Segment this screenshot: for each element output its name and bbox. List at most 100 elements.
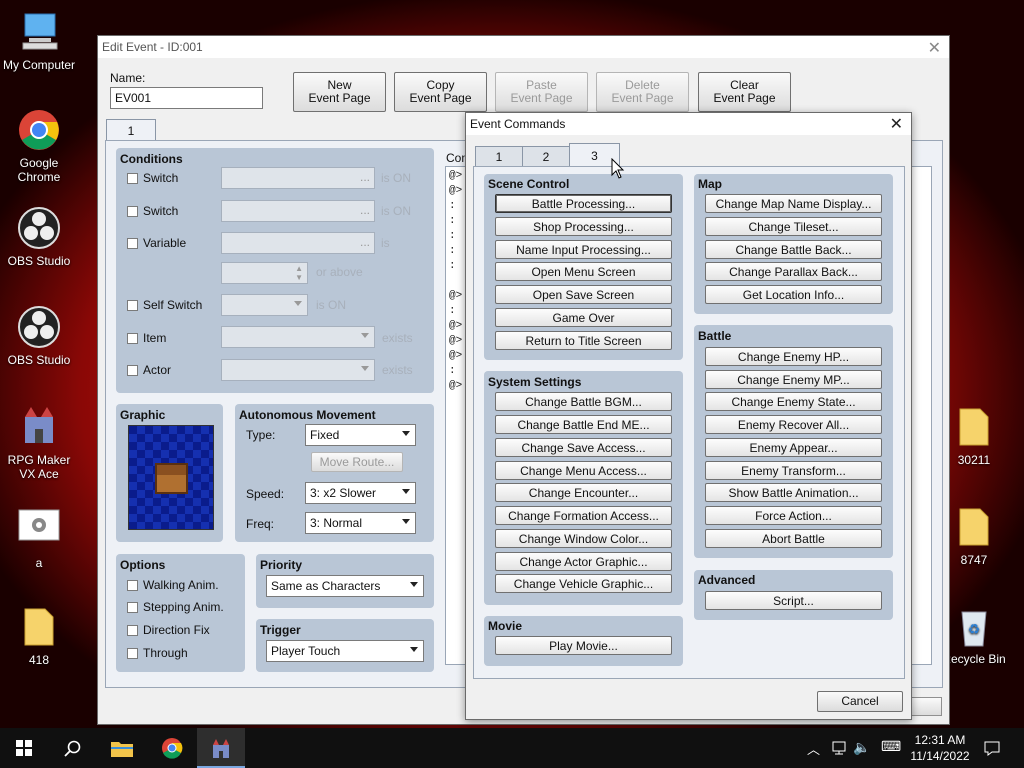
change-battle-back-button[interactable]: Change Battle Back...: [705, 240, 882, 259]
desktop-icon-obs-2[interactable]: OBS Studio: [1, 305, 77, 367]
desktop-icon-my-computer[interactable]: My Computer: [1, 10, 77, 72]
open-menu-screen-button[interactable]: Open Menu Screen: [495, 262, 672, 281]
contents-line: :: [449, 260, 456, 272]
change-battle-end-me-button[interactable]: Change Battle End ME...: [495, 415, 672, 434]
graphic-preview[interactable]: [128, 425, 214, 530]
shop-processing-button[interactable]: Shop Processing...: [495, 217, 672, 236]
actor-exists-label: exists: [382, 363, 413, 377]
battle-title: Battle: [698, 329, 732, 343]
search-icon: [64, 740, 81, 757]
switch1-checkbox[interactable]: Switch: [127, 171, 178, 185]
stepping-anim-checkbox[interactable]: Stepping Anim.: [127, 600, 224, 614]
edit-event-titlebar: Edit Event - ID:001: [98, 36, 949, 58]
chevron-up-icon[interactable]: ︿: [807, 739, 820, 758]
contents-line: @>: [449, 185, 463, 197]
event-name-input[interactable]: EV001: [110, 87, 263, 109]
script-button[interactable]: Script...: [705, 591, 882, 610]
return-to-title-screen-button[interactable]: Return to Title Screen: [495, 331, 672, 350]
change-tileset-button[interactable]: Change Tileset...: [705, 217, 882, 236]
change-vehicle-graphic-button[interactable]: Change Vehicle Graphic...: [495, 574, 672, 593]
change-actor-graphic-button[interactable]: Change Actor Graphic...: [495, 552, 672, 571]
item-dropdown[interactable]: [221, 326, 375, 348]
name-input-processing-button[interactable]: Name Input Processing...: [495, 240, 672, 259]
volume-icon[interactable]: 🔈: [853, 739, 870, 756]
force-action-button[interactable]: Force Action...: [705, 506, 882, 525]
tab-event-page-1[interactable]: 1: [106, 119, 156, 141]
windows-icon: [16, 740, 32, 756]
notifications-icon[interactable]: [984, 740, 1000, 756]
variable-value-spinner[interactable]: ▲ ▼: [221, 262, 308, 284]
desktop-icon-rpg-maker[interactable]: RPG Maker VX Ace: [1, 405, 77, 481]
network-icon[interactable]: [831, 740, 847, 756]
enemy-recover-all-button[interactable]: Enemy Recover All...: [705, 415, 882, 434]
show-battle-animation-button[interactable]: Show Battle Animation...: [705, 483, 882, 502]
self-switch-checkbox[interactable]: Self Switch: [127, 298, 202, 312]
change-encounter-button[interactable]: Change Encounter...: [495, 483, 672, 502]
actor-dropdown[interactable]: [221, 359, 375, 381]
self-switch-dropdown[interactable]: [221, 294, 308, 316]
desktop-icon-label: a: [35, 556, 43, 570]
switch2-checkbox[interactable]: Switch: [127, 204, 178, 218]
movement-type-dropdown[interactable]: Fixed: [305, 424, 416, 446]
enemy-appear-button[interactable]: Enemy Appear...: [705, 438, 882, 457]
close-icon[interactable]: ✕: [890, 114, 903, 134]
cancel-button[interactable]: Cancel: [817, 691, 903, 712]
change-enemy-mp-button[interactable]: Change Enemy MP...: [705, 370, 882, 389]
desktop-icon-obs-1[interactable]: OBS Studio: [1, 206, 77, 268]
through-checkbox[interactable]: Through: [127, 646, 188, 660]
desktop-icon-chrome[interactable]: Google Chrome: [1, 108, 77, 184]
move-route-button[interactable]: Move Route...: [311, 452, 403, 472]
get-location-info-button[interactable]: Get Location Info...: [705, 285, 882, 304]
abort-battle-button[interactable]: Abort Battle: [705, 529, 882, 548]
change-save-access-button[interactable]: Change Save Access...: [495, 438, 672, 457]
change-map-name-display-button[interactable]: Change Map Name Display...: [705, 194, 882, 213]
actor-checkbox[interactable]: Actor: [127, 363, 171, 377]
clock[interactable]: 12:31 AM 11/14/2022: [905, 732, 975, 764]
search-button[interactable]: [48, 728, 96, 768]
paste-event-page-button[interactable]: Paste Event Page: [495, 72, 588, 112]
tab-commands-2[interactable]: 2: [522, 146, 570, 166]
freq-dropdown[interactable]: 3: Normal: [305, 512, 416, 534]
taskbar-chrome[interactable]: [148, 728, 196, 768]
play-movie-button[interactable]: Play Movie...: [495, 636, 672, 655]
change-formation-access-button[interactable]: Change Formation Access...: [495, 506, 672, 525]
desktop-icon-a[interactable]: a: [1, 508, 77, 570]
taskbar-file-explorer[interactable]: [98, 728, 146, 768]
delete-event-page-button[interactable]: Delete Event Page: [596, 72, 689, 112]
contents-line: :: [449, 365, 456, 377]
change-menu-access-button[interactable]: Change Menu Access...: [495, 461, 672, 480]
variable-is-label: is: [381, 236, 390, 250]
open-save-screen-button[interactable]: Open Save Screen: [495, 285, 672, 304]
start-button[interactable]: [0, 728, 48, 768]
event-name-value: EV001: [115, 91, 152, 105]
direction-fix-checkbox[interactable]: Direction Fix: [127, 623, 210, 637]
change-parallax-back-button[interactable]: Change Parallax Back...: [705, 262, 882, 281]
variable-checkbox[interactable]: Variable: [127, 236, 186, 250]
folder-icon: [952, 405, 996, 449]
speed-dropdown[interactable]: 3: x2 Slower: [305, 482, 416, 504]
change-enemy-hp-button[interactable]: Change Enemy HP...: [705, 347, 882, 366]
variable-field[interactable]: ...: [221, 232, 375, 254]
switch2-field[interactable]: ...: [221, 200, 375, 222]
close-icon[interactable]: ✕: [928, 38, 941, 58]
keyboard-icon[interactable]: ⌨: [881, 738, 901, 755]
game-over-button[interactable]: Game Over: [495, 308, 672, 327]
priority-dropdown[interactable]: Same as Characters: [266, 575, 424, 597]
change-enemy-state-button[interactable]: Change Enemy State...: [705, 392, 882, 411]
change-battle-bgm-button[interactable]: Change Battle BGM...: [495, 392, 672, 411]
desktop-icon-418[interactable]: 418: [1, 605, 77, 667]
enemy-transform-button[interactable]: Enemy Transform...: [705, 461, 882, 480]
contents-line: @>: [449, 170, 463, 182]
trigger-dropdown[interactable]: Player Touch: [266, 640, 424, 662]
battle-processing-button[interactable]: Battle Processing...: [495, 194, 672, 213]
change-window-color-button[interactable]: Change Window Color...: [495, 529, 672, 548]
item-checkbox[interactable]: Item: [127, 331, 166, 345]
new-event-page-button[interactable]: New Event Page: [293, 72, 386, 112]
copy-event-page-button[interactable]: Copy Event Page: [394, 72, 487, 112]
contents-line: :: [449, 230, 456, 242]
switch1-field[interactable]: ...: [221, 167, 375, 189]
taskbar-rpg-maker[interactable]: [197, 728, 245, 768]
clear-event-page-button[interactable]: Clear Event Page: [698, 72, 791, 112]
tab-commands-1[interactable]: 1: [475, 146, 523, 166]
walking-anim-checkbox[interactable]: Walking Anim.: [127, 578, 219, 592]
